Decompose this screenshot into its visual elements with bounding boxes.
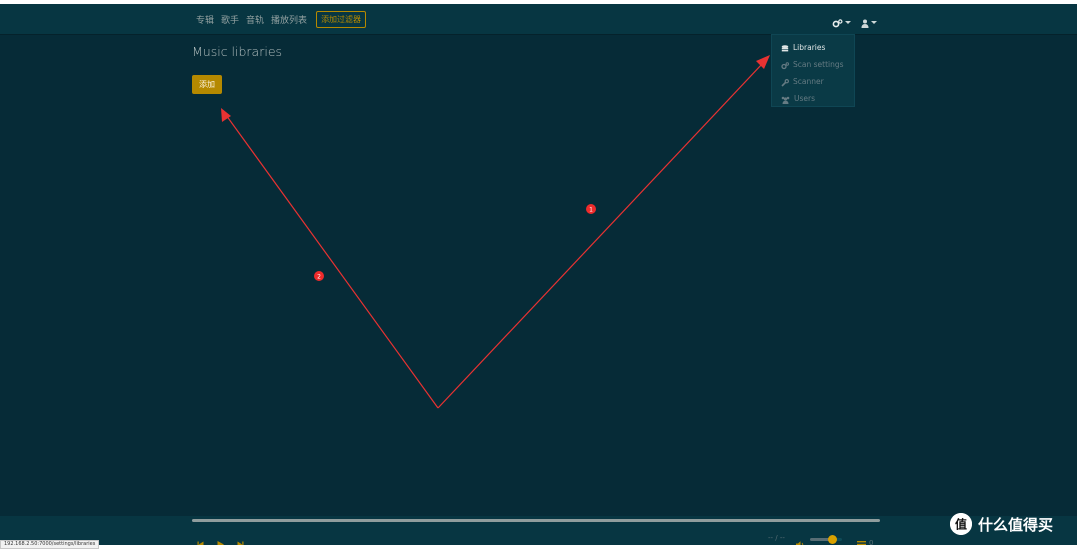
browser-status-url: 192.168.2.50:7000/settings/libraries xyxy=(0,540,100,549)
queue-button[interactable]: 0 xyxy=(857,533,873,545)
annotation-overlay: 1 2 xyxy=(221,55,770,409)
watermark-logo-icon: 值 xyxy=(950,513,972,535)
time-display: -- / -- xyxy=(768,534,785,542)
previous-button[interactable] xyxy=(197,533,204,545)
play-button[interactable] xyxy=(217,533,224,545)
volume-handle[interactable] xyxy=(827,535,837,544)
player-bar: -- / -- 0 xyxy=(0,516,1077,545)
list-icon xyxy=(857,533,866,545)
progress-bar[interactable] xyxy=(192,519,880,522)
svg-text:值: 值 xyxy=(955,517,967,532)
skip-forward-icon xyxy=(237,533,244,545)
next-button[interactable] xyxy=(237,533,244,545)
annotation-arrowhead-1 xyxy=(756,55,770,69)
playback-controls xyxy=(197,533,244,545)
volume-icon xyxy=(796,534,805,545)
skip-back-icon xyxy=(197,533,204,545)
watermark: 值 什么值得买 xyxy=(950,513,1053,535)
annotation-arrow-1 xyxy=(437,61,765,409)
watermark-text: 什么值得买 xyxy=(978,515,1054,534)
annotation-marker-1-label: 1 xyxy=(589,207,593,214)
volume-slider[interactable] xyxy=(810,535,842,544)
app-window: 专辑 歌手 音轨 播放列表 添加过滤器 Libraries Scan setti… xyxy=(0,4,1077,545)
volume-button[interactable] xyxy=(796,534,805,545)
play-icon xyxy=(217,533,224,545)
queue-count: 0 xyxy=(869,538,874,546)
annotation-arrow-2 xyxy=(225,114,439,409)
annotation-marker-2-label: 2 xyxy=(317,274,321,281)
